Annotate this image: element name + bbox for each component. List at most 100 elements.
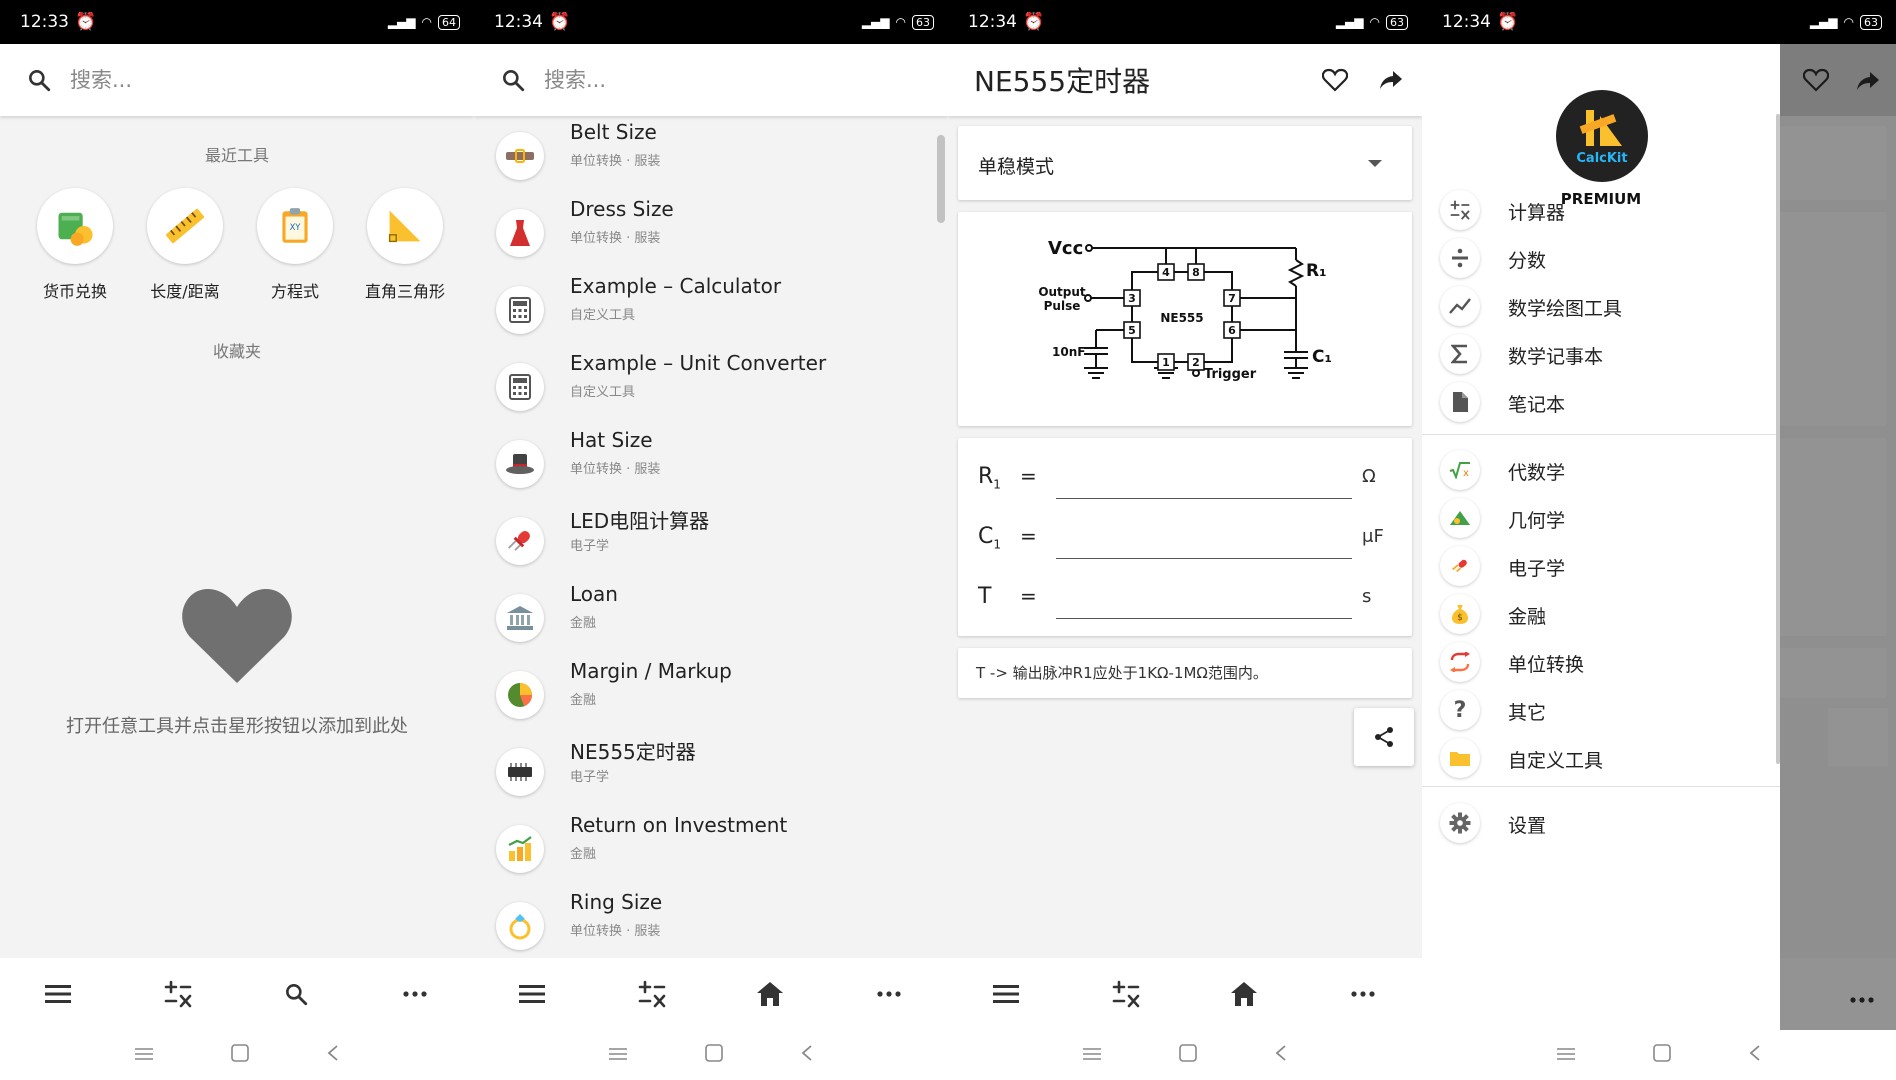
divide-icon [1440, 238, 1480, 278]
pin-label: 8 [1192, 266, 1200, 279]
alarm-icon: ⏰ [549, 12, 571, 32]
list-item-led-resistor[interactable]: LED电阻计算器 电子学 [474, 501, 948, 578]
question-icon: ? [1440, 690, 1480, 730]
list-item-subtitle: 电子学 [570, 770, 610, 785]
drawer-screen: 12:34⏰ ▂▄▆◠63 CalcKit PREMIUM 计算器 分数 [1422, 0, 1896, 1080]
drawer-item-custom-tools[interactable]: 自定义工具 [1422, 730, 1780, 786]
home-button[interactable] [1179, 1044, 1197, 1066]
home-icon[interactable] [740, 964, 800, 1024]
status-bar: 12:34 ⏰ ▂▄▆ ◠ 63 [474, 0, 948, 44]
system-nav [0, 1030, 474, 1080]
home-button[interactable] [705, 1044, 723, 1066]
list-item-hat-size[interactable]: Hat Size 单位转换 · 服装 [474, 424, 948, 501]
recents-button[interactable] [609, 1046, 627, 1065]
calculator-ops-icon[interactable] [148, 964, 208, 1024]
recent-tool-length[interactable]: 长度/距离 [130, 188, 240, 302]
pin-label: 4 [1162, 266, 1170, 279]
search-bar[interactable] [474, 44, 948, 116]
drawer-divider [1422, 786, 1780, 787]
c1-label: C₁ [1312, 347, 1332, 367]
scrollbar-thumb[interactable] [937, 135, 945, 223]
list-item-example-unit-converter[interactable]: Example – Unit Converter 自定义工具 [474, 347, 948, 424]
home-button[interactable] [231, 1044, 249, 1066]
calculator-ops-icon[interactable] [622, 964, 682, 1024]
pin-label: 2 [1192, 356, 1200, 369]
home-icon[interactable] [1214, 964, 1274, 1024]
drawer-item-label: 数学绘图工具 [1508, 298, 1623, 320]
c1-input[interactable] [1056, 520, 1352, 559]
list-item-dress-size[interactable]: Dress Size 单位转换 · 服装 [474, 193, 948, 270]
drawer-item-label: 笔记本 [1508, 394, 1566, 416]
dimmed-card [1780, 438, 1886, 636]
r1-input[interactable] [1056, 460, 1352, 499]
calculator-ops-icon[interactable] [1096, 964, 1156, 1024]
list-item-example-calculator[interactable]: Example – Calculator 自定义工具 [474, 270, 948, 347]
menu-icon[interactable] [503, 964, 563, 1024]
drawer-item-label: 金融 [1508, 606, 1547, 628]
search-input[interactable] [542, 67, 846, 93]
home-button[interactable] [1653, 1044, 1671, 1066]
status-bar: 12:33 ⏰ ▂▄▆ ◠ 64 [0, 0, 474, 44]
chip-label: NE555 [1160, 311, 1203, 325]
back-button[interactable] [327, 1044, 339, 1066]
recents-button[interactable] [1557, 1046, 1575, 1065]
search-icon[interactable] [500, 67, 526, 93]
ring-icon [496, 902, 544, 950]
menu-icon[interactable] [29, 964, 89, 1024]
more-icon[interactable] [385, 964, 445, 1024]
t-input[interactable] [1056, 580, 1352, 619]
share-arrow-icon[interactable] [1366, 55, 1416, 105]
list-item-title: Hat Size [570, 428, 653, 452]
back-button[interactable] [1275, 1044, 1287, 1066]
recent-tool-right-triangle[interactable]: 直角三角形 [350, 188, 460, 302]
wifi-icon: ◠ [1843, 15, 1854, 29]
more-icon[interactable] [1333, 964, 1393, 1024]
dress-icon [496, 209, 544, 257]
equals-sign: = [1020, 464, 1037, 488]
svg-text:x: x [1463, 468, 1469, 479]
list-item-ne555[interactable]: NE555定时器 电子学 [474, 732, 948, 809]
list-item-subtitle: 单位转换 · 服装 [570, 154, 661, 169]
signal-icon: ▂▄▆ [387, 15, 416, 29]
search-nav-icon[interactable] [266, 964, 326, 1024]
bottom-nav [474, 958, 948, 1030]
list-item-subtitle: 电子学 [570, 539, 610, 554]
bank-icon [496, 594, 544, 642]
list-item-ring-size[interactable]: Ring Size 单位转换 · 服装 [474, 886, 948, 958]
back-button[interactable] [801, 1044, 813, 1066]
recents-button[interactable] [1083, 1046, 1101, 1065]
more-icon[interactable] [859, 964, 919, 1024]
search-input[interactable] [68, 67, 372, 93]
list-item-title: Margin / Markup [570, 659, 732, 683]
recent-tool-currency[interactable]: 货币兑换 [20, 188, 130, 302]
drawer-item-notebook[interactable]: 笔记本 [1422, 374, 1780, 430]
share-button[interactable] [1354, 708, 1414, 766]
list-item-roi[interactable]: Return on Investment 金融 [474, 809, 948, 886]
drawer-item-settings[interactable]: 设置 [1422, 795, 1780, 851]
circuit-diagram-card: 4 8 3 7 5 6 1 2 Vcc R₁ C₁ Output Pulse N… [958, 212, 1412, 426]
equals-sign: = [1020, 524, 1037, 548]
list-item-title: Dress Size [570, 197, 674, 221]
heart-outline-icon[interactable] [1310, 55, 1360, 105]
recent-tool-equation[interactable]: XY 方程式 [240, 188, 350, 302]
recents-button[interactable] [135, 1046, 153, 1065]
list-item-margin-markup[interactable]: Margin / Markup 金融 [474, 655, 948, 732]
menu-icon[interactable] [977, 964, 1037, 1024]
c1-field-row: C1 = μF [958, 512, 1412, 572]
heart-outline-icon [1803, 68, 1829, 92]
list-item-loan[interactable]: Loan 金融 [474, 578, 948, 655]
search-bar[interactable] [0, 44, 474, 116]
ruler-icon [147, 188, 223, 264]
coins-growth-icon [496, 825, 544, 873]
recent-tools-title: 最近工具 [204, 146, 269, 165]
search-icon[interactable] [26, 67, 52, 93]
drawer-item-label: 设置 [1508, 815, 1547, 837]
mode-select[interactable]: 单稳模式 [958, 126, 1412, 200]
drawer-scrollbar[interactable] [1776, 114, 1780, 764]
list-item-subtitle: 单位转换 · 服装 [570, 924, 661, 939]
bottom-nav [0, 958, 474, 1030]
back-button[interactable] [1749, 1044, 1761, 1066]
list-item-belt-size[interactable]: Belt Size 单位转换 · 服装 [474, 116, 948, 193]
tool-list[interactable]: Belt Size 单位转换 · 服装 Dress Size 单位转换 · 服装… [474, 116, 948, 958]
folder-icon [1440, 738, 1480, 778]
